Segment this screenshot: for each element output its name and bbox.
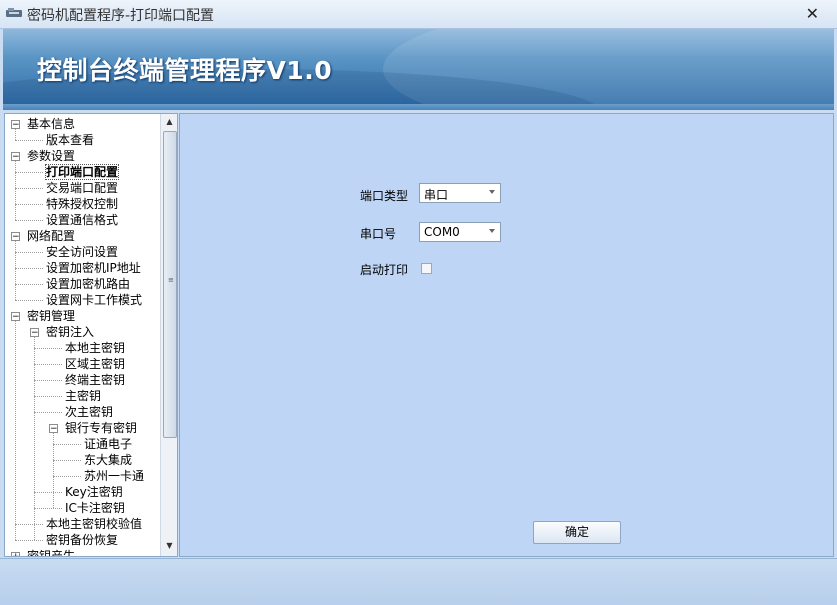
tree-node[interactable]: 密钥注入 <box>46 324 94 340</box>
tree-node-label: 设置加密机IP地址 <box>46 261 141 275</box>
enable-print-label: 启动打印 <box>360 263 409 277</box>
tree-node[interactable]: 本地主密钥 <box>65 340 125 356</box>
tree-node[interactable]: 密钥产生 <box>27 548 76 557</box>
close-icon[interactable]: ✕ <box>806 4 819 23</box>
tree-node[interactable]: 终端主密钥 <box>65 372 125 388</box>
tree-node[interactable]: IC卡注密钥 <box>65 500 125 516</box>
tree-node-label: 设置网卡工作模式 <box>46 293 143 307</box>
tree-node-label: IC卡注密钥 <box>65 501 125 515</box>
scroll-thumb[interactable]: ≡ <box>163 131 177 438</box>
tree-node-label: 参数设置 <box>27 149 76 163</box>
scroll-down-icon[interactable]: ▼ <box>161 538 177 554</box>
collapse-icon[interactable]: − <box>11 152 20 162</box>
tree-node-label: 次主密钥 <box>65 405 114 419</box>
tree-node-label: Key注密钥 <box>65 485 123 499</box>
tree-node[interactable]: 次主密钥 <box>65 404 113 420</box>
banner: 控制台终端管理程序V1.0 <box>3 29 834 110</box>
collapse-icon[interactable]: − <box>11 232 20 242</box>
expand-icon[interactable]: + <box>11 552 20 556</box>
tree-node-label: 主密钥 <box>65 389 102 403</box>
collapse-icon[interactable]: − <box>11 120 20 130</box>
tree-node-label: 网络配置 <box>27 229 76 243</box>
enable-print-checkbox[interactable] <box>421 263 432 274</box>
tree-node[interactable]: 设置加密机IP地址 <box>46 260 141 276</box>
tree-node[interactable]: 交易端口配置 <box>46 180 118 196</box>
grip-icon: ≡ <box>168 276 174 284</box>
tree-node-label: 打印端口配置 <box>44 164 120 180</box>
tree-node-label: 密钥管理 <box>27 309 76 323</box>
tree-node[interactable]: 打印端口配置 <box>44 164 120 180</box>
tree-node-label: 证通电子 <box>84 437 133 451</box>
chevron-down-icon <box>489 190 495 194</box>
tree-node-label: 特殊授权控制 <box>46 197 119 211</box>
tree-node-label: 密钥注入 <box>46 325 95 339</box>
tree-node[interactable]: 苏州一卡通 <box>84 468 144 484</box>
tree-node-label: 终端主密钥 <box>65 373 126 387</box>
tree-node-label: 区域主密钥 <box>65 357 126 371</box>
port-type-label: 端口类型 <box>360 189 409 203</box>
tree-node[interactable]: Key注密钥 <box>65 484 123 500</box>
banner-heading: 控制台终端管理程序V1.0 <box>37 56 333 85</box>
tree-node-label: 安全访问设置 <box>46 245 119 259</box>
tree-node-label: 本地主密钥校验值 <box>46 517 143 531</box>
tree-items: 基本信息 − 版本查看 参数设置 − 打印端口配置 交易端口配置 特殊授权控制 设置通信格式 网络… <box>5 114 160 556</box>
tree-node-label: 东大集成 <box>84 453 133 467</box>
tree-node-label: 银行专有密钥 <box>65 421 138 435</box>
tree-node-label: 本地主密钥 <box>65 341 126 355</box>
tree-node[interactable]: 设置通信格式 <box>46 212 118 228</box>
tree-node[interactable]: 安全访问设置 <box>46 244 118 260</box>
tree-node-label: 设置加密机路由 <box>46 277 131 291</box>
port-type-value: 串口 <box>424 188 449 202</box>
app-icon <box>6 8 22 17</box>
port-type-select[interactable]: 串口 <box>419 183 501 203</box>
tree-node-label: 密钥产生 <box>27 549 76 557</box>
tree-node[interactable]: 主密钥 <box>65 388 101 404</box>
tree-node[interactable]: 区域主密钥 <box>65 356 125 372</box>
serial-no-value: COM0 <box>424 225 460 239</box>
tree-node[interactable]: 密钥管理 <box>27 308 75 324</box>
config-panel: 端口类型 串口 串口号 COM0 启动打印 确定 <box>179 113 834 557</box>
chevron-down-icon <box>489 229 495 233</box>
tree-scrollbar[interactable]: ▲ ≡ ▼ <box>160 114 177 556</box>
tree-node[interactable]: 设置加密机路由 <box>46 276 130 292</box>
tree-node-label: 设置通信格式 <box>46 213 119 227</box>
tree-node[interactable]: 东大集成 <box>84 452 132 468</box>
collapse-icon[interactable]: − <box>11 312 20 322</box>
tree-node[interactable]: 本地主密钥校验值 <box>46 516 142 532</box>
serial-no-label: 串口号 <box>360 227 397 241</box>
tree-node[interactable]: 密钥备份恢复 <box>46 532 118 548</box>
tree-node[interactable]: 特殊授权控制 <box>46 196 118 212</box>
tree-node-label: 交易端口配置 <box>46 181 119 195</box>
collapse-icon[interactable]: − <box>49 424 58 434</box>
tree-node[interactable]: 基本信息 <box>27 116 75 132</box>
status-bar <box>0 558 837 605</box>
tree-node[interactable]: 版本查看 <box>46 132 94 148</box>
tree-node[interactable]: 设置网卡工作模式 <box>46 292 142 308</box>
nav-tree: 基本信息 − 版本查看 参数设置 − 打印端口配置 交易端口配置 特殊授权控制 设置通信格式 网络… <box>4 113 178 557</box>
tree-node[interactable]: 网络配置 <box>27 228 75 244</box>
tree-node[interactable]: 证通电子 <box>84 436 132 452</box>
ok-button[interactable]: 确定 <box>533 521 621 544</box>
tree-node-label: 苏州一卡通 <box>84 469 145 483</box>
collapse-icon[interactable]: − <box>30 328 39 338</box>
tree-node-label: 版本查看 <box>46 133 95 147</box>
tree-node-label: 基本信息 <box>27 117 76 131</box>
scroll-up-icon[interactable]: ▲ <box>161 114 177 130</box>
serial-no-select[interactable]: COM0 <box>419 222 501 242</box>
title-bar: 密码机配置程序-打印端口配置 ✕ <box>0 0 837 29</box>
tree-node[interactable]: 参数设置 <box>27 148 75 164</box>
window-title: 密码机配置程序-打印端口配置 <box>27 8 215 24</box>
tree-node-label: 密钥备份恢复 <box>46 533 119 547</box>
tree-node[interactable]: 银行专有密钥 <box>65 420 137 436</box>
